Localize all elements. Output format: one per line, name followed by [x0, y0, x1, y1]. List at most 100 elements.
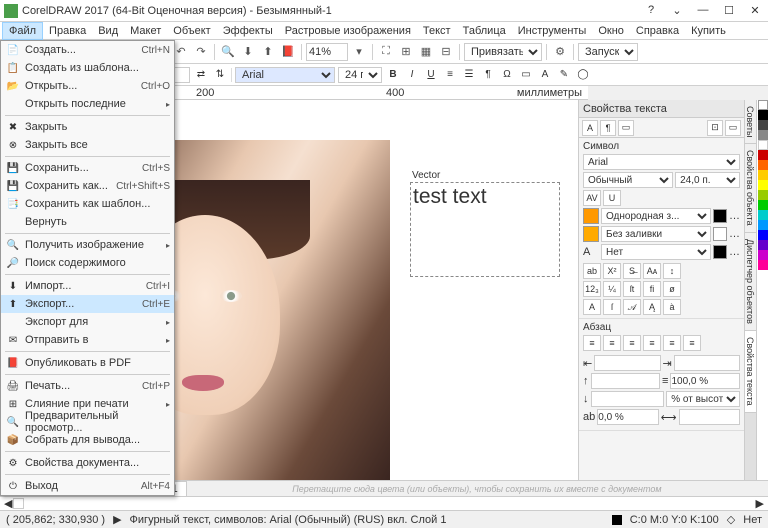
char-spacing-input[interactable]: [597, 409, 658, 425]
menu-item[interactable]: 📋Создать из шаблона...: [1, 59, 174, 77]
bgfill-select[interactable]: Без заливки: [601, 226, 711, 242]
font-select[interactable]: Arial: [235, 67, 335, 83]
kerning-icon[interactable]: AV: [583, 190, 601, 206]
swatch[interactable]: [758, 150, 768, 160]
align-right-icon[interactable]: ≡: [623, 335, 641, 351]
indent-first-icon[interactable]: ⇥: [663, 357, 672, 370]
menu-edit[interactable]: Правка: [43, 23, 92, 39]
swatch[interactable]: [758, 190, 768, 200]
palette-next-icon[interactable]: ▶: [756, 497, 764, 510]
redo-icon[interactable]: ↷: [192, 43, 210, 61]
spacing-after-icon[interactable]: ↓: [583, 393, 589, 405]
menu-item[interactable]: 📂Открыть...Ctrl+O: [1, 77, 174, 95]
menu-item[interactable]: 📄Создать...Ctrl+N: [1, 41, 174, 59]
guides-icon[interactable]: ⊟: [437, 43, 455, 61]
underline-button[interactable]: U: [423, 67, 439, 83]
swatch[interactable]: [758, 240, 768, 250]
sup-icon[interactable]: X²: [603, 263, 621, 279]
options-icon[interactable]: ⚙: [551, 43, 569, 61]
line-spacing-input[interactable]: [670, 373, 740, 389]
menu-item[interactable]: 🔍Предварительный просмотр...: [1, 413, 174, 431]
menu-view[interactable]: Вид: [92, 23, 124, 39]
align-left-icon[interactable]: ≡: [583, 335, 601, 351]
dropcap-icon[interactable]: ¶: [480, 67, 496, 83]
menu-item[interactable]: 💾Сохранить...Ctrl+S: [1, 159, 174, 177]
menu-item[interactable]: 💾Сохранить как...Ctrl+Shift+S: [1, 177, 174, 195]
swatch[interactable]: [758, 160, 768, 170]
tab-frame-icon[interactable]: ▭: [618, 120, 634, 136]
zoom-dropdown-icon[interactable]: ▾: [350, 43, 368, 61]
menu-item[interactable]: 📕Опубликовать в PDF: [1, 354, 174, 372]
text-content[interactable]: test text: [411, 183, 559, 211]
fill-type-icon[interactable]: [583, 208, 599, 224]
textframe-icon[interactable]: ▭: [518, 67, 534, 83]
tab-opt1-icon[interactable]: ⊡: [707, 120, 723, 136]
style5-icon[interactable]: à: [663, 299, 681, 315]
snap-select[interactable]: Привязать к: [464, 43, 542, 61]
align-icon[interactable]: ≡: [442, 67, 458, 83]
swatch-none[interactable]: [758, 100, 768, 110]
swatch[interactable]: [758, 230, 768, 240]
menu-object[interactable]: Объект: [167, 23, 216, 39]
menu-item[interactable]: ⚙Свойства документа...: [1, 454, 174, 472]
palette-prev-icon[interactable]: ◀: [4, 497, 12, 510]
pos-icon[interactable]: ↕: [663, 263, 681, 279]
indent-first-input[interactable]: [674, 355, 740, 371]
tab-opt2-icon[interactable]: ▭: [725, 120, 741, 136]
menu-item[interactable]: 🔎Поиск содержимого: [1, 254, 174, 272]
char-icon[interactable]: Ω: [499, 67, 515, 83]
fullscreen-icon[interactable]: ⛶: [377, 43, 395, 61]
menu-tools[interactable]: Инструменты: [512, 23, 593, 39]
bgfill-color-swatch[interactable]: [713, 227, 727, 241]
lig-icon[interactable]: ﬁ: [643, 281, 661, 297]
swatch[interactable]: [758, 120, 768, 130]
close-icon[interactable]: ✕: [746, 4, 764, 17]
launch-select[interactable]: Запуск: [578, 43, 638, 61]
docker-weight-select[interactable]: Обычный: [583, 172, 673, 188]
spacing-before-input[interactable]: [591, 373, 661, 389]
rulers-icon[interactable]: ⊞: [397, 43, 415, 61]
caps-icon[interactable]: Aᴀ: [643, 263, 661, 279]
fill-more-icon[interactable]: …: [729, 210, 740, 222]
menu-item[interactable]: ⬇Импорт...Ctrl+I: [1, 277, 174, 295]
outline-select[interactable]: Нет: [601, 244, 711, 260]
line-spacing-icon[interactable]: ≡: [662, 375, 668, 387]
align-none-icon[interactable]: ≡: [683, 335, 701, 351]
menu-file[interactable]: Файл: [2, 22, 43, 40]
textprops-icon[interactable]: A: [537, 67, 553, 83]
tab-para-icon[interactable]: ¶: [600, 120, 616, 136]
status-fill-swatch[interactable]: [612, 515, 622, 525]
outline-color-swatch[interactable]: [713, 245, 727, 259]
swatch-none-bottom[interactable]: [13, 498, 24, 509]
help-icon[interactable]: ?: [642, 4, 660, 17]
menu-item[interactable]: Экспорт для▸: [1, 313, 174, 331]
swatch[interactable]: [758, 140, 768, 150]
bold-button[interactable]: B: [385, 67, 401, 83]
menu-effects[interactable]: Эффекты: [217, 23, 279, 39]
menu-item[interactable]: Вернуть: [1, 213, 174, 231]
indent-left-input[interactable]: [594, 355, 660, 371]
menu-table[interactable]: Таблица: [457, 23, 512, 39]
swatch[interactable]: [758, 170, 768, 180]
mirror-h-icon[interactable]: ⇄: [193, 67, 209, 83]
sidetab-objmgr[interactable]: Диспетчер объектов: [745, 233, 756, 331]
align-full-icon[interactable]: ≡: [663, 335, 681, 351]
menu-item[interactable]: 🔍Получить изображение▸: [1, 236, 174, 254]
menu-buy[interactable]: Купить: [685, 23, 732, 39]
menu-item[interactable]: ⏻ВыходAlt+F4: [1, 477, 174, 495]
word-spacing-input[interactable]: [679, 409, 740, 425]
menu-layout[interactable]: Макет: [124, 23, 167, 39]
align-justify-icon[interactable]: ≡: [643, 335, 661, 351]
menu-item[interactable]: ✖Закрыть: [1, 118, 174, 136]
strike-icon[interactable]: S̶: [623, 263, 641, 279]
fill-color-swatch[interactable]: [713, 209, 727, 223]
sidetab-objprops[interactable]: Свойства объекта: [745, 144, 756, 233]
menu-text[interactable]: Текст: [417, 23, 457, 39]
italic-button[interactable]: I: [404, 67, 420, 83]
ord-icon[interactable]: ſt: [623, 281, 641, 297]
swatch[interactable]: [758, 210, 768, 220]
swatch[interactable]: [758, 200, 768, 210]
swatch[interactable]: [758, 250, 768, 260]
align-center-icon[interactable]: ≡: [603, 335, 621, 351]
swatch[interactable]: [758, 180, 768, 190]
